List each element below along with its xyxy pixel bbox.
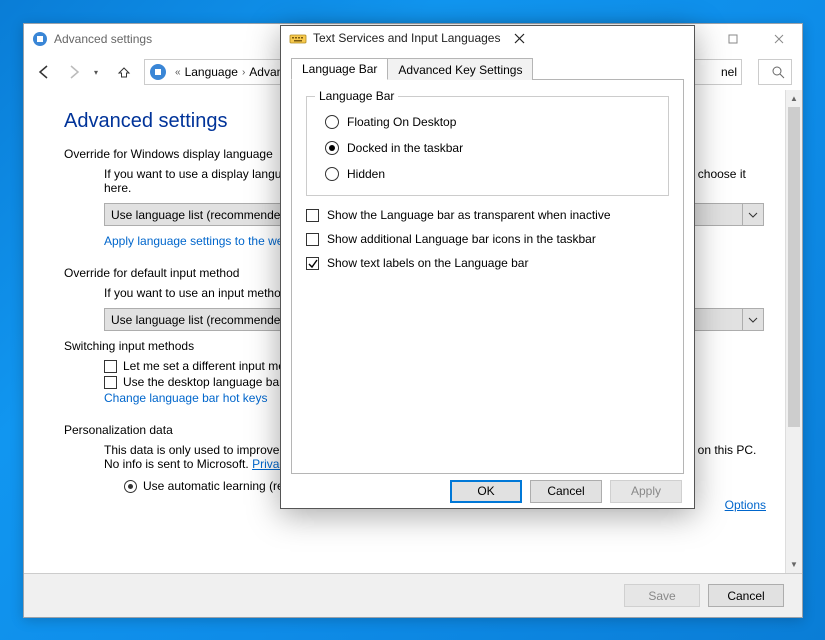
cancel-button[interactable]: Cancel (708, 584, 784, 607)
up-button[interactable] (114, 62, 134, 82)
dialog-title: Text Services and Input Languages (313, 31, 500, 45)
maximize-button[interactable] (710, 24, 756, 54)
combo-value: Use language list (recommended) (111, 208, 291, 222)
tab-panel-language-bar: Language Bar Floating On Desktop Docked … (291, 80, 684, 474)
footer-bar: Save Cancel (24, 573, 802, 617)
dialog-footer: OK Cancel Apply (281, 474, 694, 508)
group-language-bar: Language Bar Floating On Desktop Docked … (306, 96, 669, 196)
checkbox-desktop-lang-bar[interactable] (104, 376, 117, 389)
save-button[interactable]: Save (624, 584, 700, 607)
scroll-down-button[interactable]: ▼ (786, 556, 802, 573)
scroll-up-button[interactable]: ▲ (786, 90, 802, 107)
breadcrumb-sep-icon: « (171, 67, 185, 78)
control-panel-breadcrumb-icon (149, 63, 167, 81)
chevron-down-icon (742, 204, 762, 225)
chevron-right-icon: › (238, 67, 249, 78)
options-link[interactable]: Options (725, 498, 766, 512)
control-panel-icon (32, 31, 48, 47)
ok-button[interactable]: OK (450, 480, 522, 503)
close-button[interactable] (756, 24, 802, 54)
combo-value: Use language list (recommended) (111, 313, 291, 327)
radio-automatic-learning[interactable] (124, 480, 137, 493)
forward-button[interactable] (64, 62, 84, 82)
checkbox-additional-icons[interactable] (306, 233, 319, 246)
change-hotkeys-link[interactable]: Change language bar hot keys (104, 391, 267, 405)
history-dropdown-icon[interactable]: ▾ (94, 68, 104, 77)
keyboard-icon (289, 29, 307, 47)
dialog-cancel-button[interactable]: Cancel (530, 480, 602, 503)
chevron-down-icon (742, 309, 762, 330)
tab-language-bar[interactable]: Language Bar (291, 58, 388, 80)
breadcrumb-seg[interactable]: Language (185, 65, 238, 79)
radio-label: Hidden (347, 167, 385, 181)
tab-strip: Language Bar Advanced Key Settings (291, 58, 684, 80)
search-input[interactable] (758, 59, 792, 85)
checkbox-label: Show additional Language bar icons in th… (327, 232, 596, 246)
checkbox-label: Show the Language bar as transparent whe… (327, 208, 611, 222)
search-icon (772, 66, 785, 79)
radio-label: Floating On Desktop (347, 115, 456, 129)
scroll-thumb[interactable] (788, 107, 800, 427)
checkbox-transparent-inactive[interactable] (306, 209, 319, 222)
radio-docked[interactable] (325, 141, 339, 155)
apply-button[interactable]: Apply (610, 480, 682, 503)
text-services-dialog: Text Services and Input Languages Langua… (280, 25, 695, 509)
dialog-body: Language Bar Advanced Key Settings Langu… (281, 50, 694, 474)
checkbox-per-app-input[interactable] (104, 360, 117, 373)
vertical-scrollbar[interactable]: ▲ ▼ (785, 90, 802, 573)
checkbox-show-text-labels[interactable] (306, 257, 319, 270)
dialog-titlebar: Text Services and Input Languages (281, 26, 694, 50)
radio-hidden[interactable] (325, 167, 339, 181)
back-button[interactable] (34, 62, 54, 82)
dialog-close-button[interactable] (500, 26, 538, 50)
group-legend: Language Bar (315, 89, 398, 103)
radio-floating[interactable] (325, 115, 339, 129)
window-title: Advanced settings (54, 32, 152, 46)
tab-advanced-key-settings[interactable]: Advanced Key Settings (387, 58, 533, 80)
checkbox-label: Show text labels on the Language bar (327, 256, 528, 270)
breadcrumb-tail: nel (721, 65, 737, 79)
radio-label: Docked in the taskbar (347, 141, 463, 155)
